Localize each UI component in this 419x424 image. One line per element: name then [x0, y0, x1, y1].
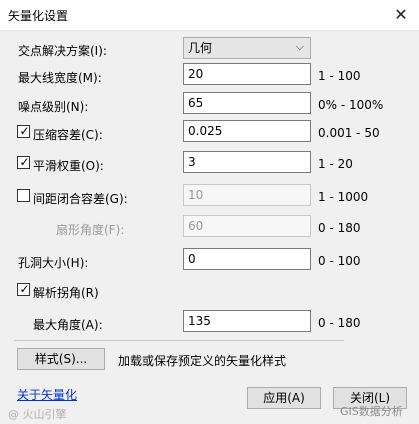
noise-level-label: 噪点级别(N): — [18, 100, 89, 114]
gap-closure-label: 间距闭合容差(G): — [33, 192, 128, 206]
max-angle-label: 最大角度(A): — [33, 318, 103, 332]
smoothing-input[interactable]: 3 — [183, 151, 311, 173]
hole-size-input[interactable]: 0 — [183, 248, 311, 270]
watermark-right: GIS数据分析 — [340, 405, 403, 418]
watermark-left: @ 火山引擎 — [8, 408, 67, 421]
max-line-width-label: 最大线宽度(M): — [18, 71, 102, 85]
divider — [14, 340, 344, 341]
close-icon[interactable]: ✕ — [389, 4, 413, 26]
gap-closure-range: 1 - 1000 — [318, 190, 369, 204]
noise-level-input[interactable]: 65 — [183, 92, 311, 114]
noise-level-range: 0% - 100% — [318, 98, 384, 112]
intersection-select[interactable]: 几何 ⌵ — [183, 37, 311, 59]
fan-angle-label: 扇形角度(F): — [56, 223, 125, 237]
resolve-corners-label: 解析拐角(R) — [33, 286, 99, 300]
smoothing-checkbox[interactable]: ✓ — [17, 155, 30, 169]
intersection-label: 交点解决方案(I): — [18, 44, 107, 58]
window-title: 矢量化设置 — [8, 9, 69, 23]
compression-label: 压缩容差(C): — [33, 128, 103, 142]
compression-checkbox[interactable]: ✓ — [17, 124, 30, 138]
title-bar: 矢量化设置 ✕ — [0, 0, 419, 31]
max-angle-input[interactable]: 135 — [183, 310, 311, 332]
max-line-width-input[interactable]: 20 — [183, 63, 311, 85]
smoothing-range: 1 - 20 — [318, 157, 353, 171]
gap-closure-input[interactable]: 10 — [183, 184, 311, 206]
about-vectorize-link[interactable]: 关于矢量化 — [17, 386, 77, 403]
chevron-down-icon: ⌵ — [295, 40, 304, 53]
apply-button[interactable]: 应用(A) — [247, 387, 321, 409]
checkmark-icon: ✓ — [19, 282, 30, 296]
styles-description: 加载或保存预定义的矢量化样式 — [118, 354, 287, 368]
compression-range: 0.001 - 50 — [318, 126, 380, 140]
max-angle-range: 0 - 180 — [318, 316, 361, 330]
intersection-value: 几何 — [188, 41, 213, 55]
gap-closure-checkbox[interactable] — [17, 189, 30, 202]
smoothing-label: 平滑权重(O): — [33, 159, 104, 173]
checkmark-icon: ✓ — [19, 155, 30, 169]
max-line-width-range: 1 - 100 — [318, 69, 361, 83]
fan-angle-input[interactable]: 60 — [183, 215, 311, 237]
styles-button[interactable]: 样式(S)... — [17, 348, 105, 370]
fan-angle-range: 0 - 180 — [318, 221, 361, 235]
checkmark-icon: ✓ — [19, 124, 30, 138]
hole-size-range: 0 - 100 — [318, 254, 361, 268]
hole-size-label: 孔洞大小(H): — [18, 256, 89, 270]
compression-input[interactable]: 0.025 — [183, 120, 311, 142]
resolve-corners-checkbox[interactable]: ✓ — [17, 282, 30, 296]
